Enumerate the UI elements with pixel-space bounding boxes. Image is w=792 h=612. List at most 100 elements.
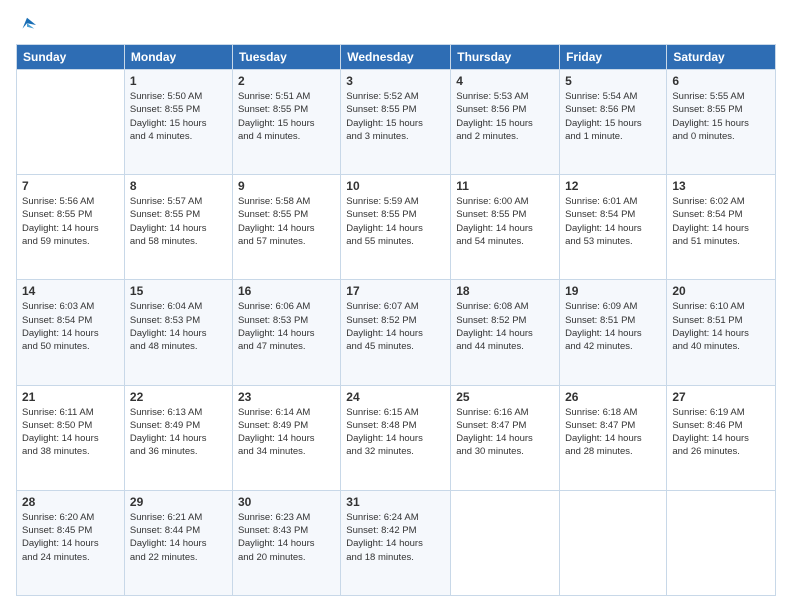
day-info: Sunrise: 6:06 AM Sunset: 8:53 PM Dayligh… bbox=[238, 300, 335, 353]
day-info: Sunrise: 5:55 AM Sunset: 8:55 PM Dayligh… bbox=[672, 90, 770, 143]
day-number: 5 bbox=[565, 74, 661, 88]
day-info: Sunrise: 5:54 AM Sunset: 8:56 PM Dayligh… bbox=[565, 90, 661, 143]
day-cell: 17Sunrise: 6:07 AM Sunset: 8:52 PM Dayli… bbox=[341, 280, 451, 385]
day-info: Sunrise: 5:56 AM Sunset: 8:55 PM Dayligh… bbox=[22, 195, 119, 248]
header bbox=[16, 16, 776, 34]
day-cell: 4 Sunrise: 5:53 AM Sunset: 8:56 PM Daylig… bbox=[451, 70, 560, 175]
day-cell: 6Sunrise: 5:55 AM Sunset: 8:55 PM Daylig… bbox=[667, 70, 776, 175]
day-number: 15 bbox=[130, 284, 227, 298]
day-info: Sunrise: 6:15 AM Sunset: 8:48 PM Dayligh… bbox=[346, 406, 445, 459]
day-number: 4 bbox=[456, 74, 554, 88]
day-number: 2 bbox=[238, 74, 335, 88]
day-number: 11 bbox=[456, 179, 554, 193]
day-info: Sunrise: 6:08 AM Sunset: 8:52 PM Dayligh… bbox=[456, 300, 554, 353]
day-cell bbox=[17, 70, 125, 175]
day-number: 24 bbox=[346, 390, 445, 404]
day-cell: 23 Sunrise: 6:14 AM Sunset: 8:49 PM Dayli… bbox=[232, 385, 340, 490]
day-cell: 13 Sunrise: 6:02 AM Sunset: 8:54 PM Dayli… bbox=[667, 175, 776, 280]
day-number: 25 bbox=[456, 390, 554, 404]
week-row-1: 1 Sunrise: 5:50 AM Sunset: 8:55 PM Daylig… bbox=[17, 70, 776, 175]
day-cell: 31Sunrise: 6:24 AM Sunset: 8:42 PM Dayli… bbox=[341, 490, 451, 595]
day-number: 14 bbox=[22, 284, 119, 298]
day-info: Sunrise: 5:53 AM Sunset: 8:56 PM Dayligh… bbox=[456, 90, 554, 143]
day-cell: 18Sunrise: 6:08 AM Sunset: 8:52 PM Dayli… bbox=[451, 280, 560, 385]
day-number: 8 bbox=[130, 179, 227, 193]
day-number: 20 bbox=[672, 284, 770, 298]
weekday-header-wednesday: Wednesday bbox=[341, 45, 451, 70]
weekday-header-friday: Friday bbox=[560, 45, 667, 70]
day-info: Sunrise: 6:04 AM Sunset: 8:53 PM Dayligh… bbox=[130, 300, 227, 353]
day-number: 3 bbox=[346, 74, 445, 88]
day-cell: 10Sunrise: 5:59 AM Sunset: 8:55 PM Dayli… bbox=[341, 175, 451, 280]
day-cell: 8 Sunrise: 5:57 AM Sunset: 8:55 PM Daylig… bbox=[124, 175, 232, 280]
day-cell: 20 Sunrise: 6:10 AM Sunset: 8:51 PM Dayli… bbox=[667, 280, 776, 385]
day-number: 7 bbox=[22, 179, 119, 193]
day-info: Sunrise: 6:10 AM Sunset: 8:51 PM Dayligh… bbox=[672, 300, 770, 353]
day-info: Sunrise: 6:01 AM Sunset: 8:54 PM Dayligh… bbox=[565, 195, 661, 248]
logo bbox=[16, 16, 36, 34]
day-info: Sunrise: 5:57 AM Sunset: 8:55 PM Dayligh… bbox=[130, 195, 227, 248]
week-row-4: 21 Sunrise: 6:11 AM Sunset: 8:50 PM Dayli… bbox=[17, 385, 776, 490]
day-cell: 15 Sunrise: 6:04 AM Sunset: 8:53 PM Dayli… bbox=[124, 280, 232, 385]
day-number: 16 bbox=[238, 284, 335, 298]
day-info: Sunrise: 5:52 AM Sunset: 8:55 PM Dayligh… bbox=[346, 90, 445, 143]
day-number: 27 bbox=[672, 390, 770, 404]
day-cell: 26 Sunrise: 6:18 AM Sunset: 8:47 PM Dayli… bbox=[560, 385, 667, 490]
day-cell: 29 Sunrise: 6:21 AM Sunset: 8:44 PM Dayli… bbox=[124, 490, 232, 595]
day-info: Sunrise: 6:21 AM Sunset: 8:44 PM Dayligh… bbox=[130, 511, 227, 564]
day-cell: 12 Sunrise: 6:01 AM Sunset: 8:54 PM Dayli… bbox=[560, 175, 667, 280]
day-info: Sunrise: 6:02 AM Sunset: 8:54 PM Dayligh… bbox=[672, 195, 770, 248]
day-info: Sunrise: 5:50 AM Sunset: 8:55 PM Dayligh… bbox=[130, 90, 227, 143]
week-row-2: 7 Sunrise: 5:56 AM Sunset: 8:55 PM Daylig… bbox=[17, 175, 776, 280]
day-number: 9 bbox=[238, 179, 335, 193]
day-cell: 16 Sunrise: 6:06 AM Sunset: 8:53 PM Dayli… bbox=[232, 280, 340, 385]
day-info: Sunrise: 6:19 AM Sunset: 8:46 PM Dayligh… bbox=[672, 406, 770, 459]
day-cell: 11 Sunrise: 6:00 AM Sunset: 8:55 PM Dayli… bbox=[451, 175, 560, 280]
day-info: Sunrise: 6:16 AM Sunset: 8:47 PM Dayligh… bbox=[456, 406, 554, 459]
day-number: 1 bbox=[130, 74, 227, 88]
day-cell: 25 Sunrise: 6:16 AM Sunset: 8:47 PM Dayli… bbox=[451, 385, 560, 490]
day-number: 28 bbox=[22, 495, 119, 509]
day-cell: 19Sunrise: 6:09 AM Sunset: 8:51 PM Dayli… bbox=[560, 280, 667, 385]
day-info: Sunrise: 6:00 AM Sunset: 8:55 PM Dayligh… bbox=[456, 195, 554, 248]
day-number: 29 bbox=[130, 495, 227, 509]
day-info: Sunrise: 5:58 AM Sunset: 8:55 PM Dayligh… bbox=[238, 195, 335, 248]
day-cell: 30Sunrise: 6:23 AM Sunset: 8:43 PM Dayli… bbox=[232, 490, 340, 595]
week-row-3: 14Sunrise: 6:03 AM Sunset: 8:54 PM Dayli… bbox=[17, 280, 776, 385]
day-info: Sunrise: 6:24 AM Sunset: 8:42 PM Dayligh… bbox=[346, 511, 445, 564]
day-info: Sunrise: 5:59 AM Sunset: 8:55 PM Dayligh… bbox=[346, 195, 445, 248]
day-info: Sunrise: 6:20 AM Sunset: 8:45 PM Dayligh… bbox=[22, 511, 119, 564]
day-cell: 5 Sunrise: 5:54 AM Sunset: 8:56 PM Daylig… bbox=[560, 70, 667, 175]
day-cell: 21 Sunrise: 6:11 AM Sunset: 8:50 PM Dayli… bbox=[17, 385, 125, 490]
week-row-5: 28 Sunrise: 6:20 AM Sunset: 8:45 PM Dayli… bbox=[17, 490, 776, 595]
day-cell: 3 Sunrise: 5:52 AM Sunset: 8:55 PM Daylig… bbox=[341, 70, 451, 175]
day-info: Sunrise: 5:51 AM Sunset: 8:55 PM Dayligh… bbox=[238, 90, 335, 143]
weekday-header-row: SundayMondayTuesdayWednesdayThursdayFrid… bbox=[17, 45, 776, 70]
day-info: Sunrise: 6:13 AM Sunset: 8:49 PM Dayligh… bbox=[130, 406, 227, 459]
day-info: Sunrise: 6:11 AM Sunset: 8:50 PM Dayligh… bbox=[22, 406, 119, 459]
day-cell: 1 Sunrise: 5:50 AM Sunset: 8:55 PM Daylig… bbox=[124, 70, 232, 175]
day-number: 23 bbox=[238, 390, 335, 404]
calendar-table: SundayMondayTuesdayWednesdayThursdayFrid… bbox=[16, 44, 776, 596]
day-number: 12 bbox=[565, 179, 661, 193]
page: SundayMondayTuesdayWednesdayThursdayFrid… bbox=[0, 0, 792, 612]
weekday-header-monday: Monday bbox=[124, 45, 232, 70]
day-info: Sunrise: 6:07 AM Sunset: 8:52 PM Dayligh… bbox=[346, 300, 445, 353]
day-number: 13 bbox=[672, 179, 770, 193]
weekday-header-sunday: Sunday bbox=[17, 45, 125, 70]
weekday-header-saturday: Saturday bbox=[667, 45, 776, 70]
day-number: 26 bbox=[565, 390, 661, 404]
day-info: Sunrise: 6:18 AM Sunset: 8:47 PM Dayligh… bbox=[565, 406, 661, 459]
day-cell: 22 Sunrise: 6:13 AM Sunset: 8:49 PM Dayli… bbox=[124, 385, 232, 490]
weekday-header-tuesday: Tuesday bbox=[232, 45, 340, 70]
day-number: 21 bbox=[22, 390, 119, 404]
day-cell: 2 Sunrise: 5:51 AM Sunset: 8:55 PM Daylig… bbox=[232, 70, 340, 175]
day-cell: 27 Sunrise: 6:19 AM Sunset: 8:46 PM Dayli… bbox=[667, 385, 776, 490]
day-cell bbox=[560, 490, 667, 595]
day-cell bbox=[451, 490, 560, 595]
day-number: 22 bbox=[130, 390, 227, 404]
day-info: Sunrise: 6:14 AM Sunset: 8:49 PM Dayligh… bbox=[238, 406, 335, 459]
day-cell: 9 Sunrise: 5:58 AM Sunset: 8:55 PM Daylig… bbox=[232, 175, 340, 280]
weekday-header-thursday: Thursday bbox=[451, 45, 560, 70]
day-number: 30 bbox=[238, 495, 335, 509]
